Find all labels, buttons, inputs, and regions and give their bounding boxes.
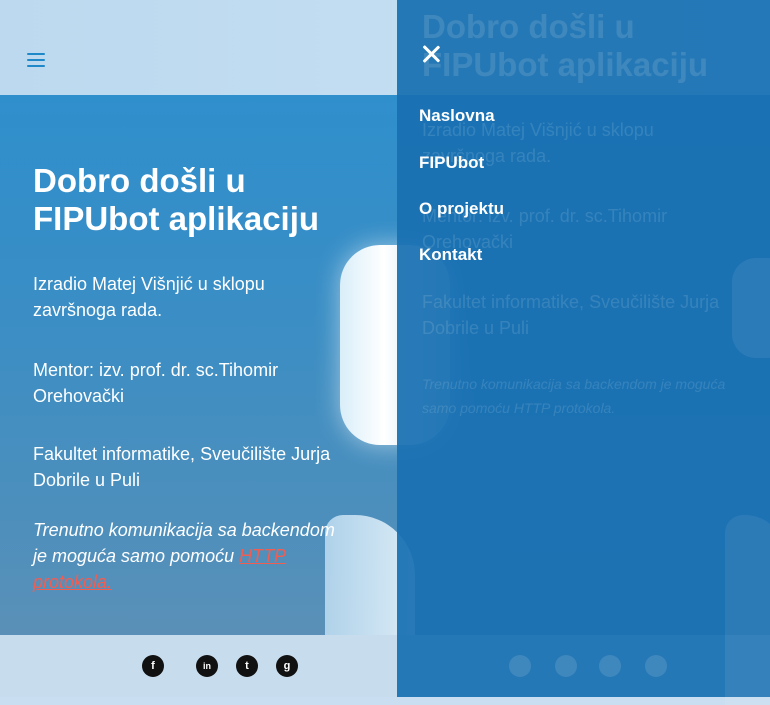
navigation-drawer: Dobro došli u FIPUbot aplikaciju Izradio… [397, 0, 770, 705]
menu-item-o-projektu[interactable]: O projektu [419, 199, 504, 219]
linkedin-icon[interactable]: in [196, 655, 218, 677]
faculty-text: Fakultet informatike, Sveučilište Jurja … [33, 444, 331, 490]
github-icon[interactable]: g [276, 655, 298, 677]
facebook-icon[interactable]: f [142, 655, 164, 677]
page-title: Dobro došli u FIPUbot aplikaciju [33, 162, 320, 237]
mentor-text: Mentor: izv. prof. dr. sc.Tihomir Orehov… [33, 360, 279, 406]
twitter-icon-shadow [599, 655, 621, 677]
linkedin-icon-shadow [555, 655, 577, 677]
hamburger-menu-icon[interactable] [27, 53, 45, 67]
page-title-shadow: Dobro došli u FIPUbot aplikaciju [422, 8, 709, 83]
twitter-icon[interactable]: t [236, 655, 258, 677]
menu-item-fipubot[interactable]: FIPUbot [419, 153, 484, 173]
close-icon[interactable] [419, 42, 443, 66]
http-protocol-link-shadow: HTTP protokola. [513, 400, 616, 416]
protocol-note-shadow: Trenutno komunikacija sa backendom je mo… [422, 372, 732, 420]
menu-item-naslovna[interactable]: Naslovna [419, 106, 495, 126]
faculty-text-shadow: Fakultet informatike, Sveučilište Jurja … [422, 292, 720, 338]
facebook-icon-shadow [509, 655, 531, 677]
robot-decoration-shadow [732, 258, 770, 358]
author-text: Izradio Matej Višnjić u sklopu završnoga… [33, 274, 265, 320]
protocol-note-text: Trenutno komunikacija sa backendom je mo… [33, 520, 335, 566]
menu-item-kontakt[interactable]: Kontakt [419, 245, 482, 265]
protocol-note: Trenutno komunikacija sa backendom je mo… [33, 517, 343, 595]
robot-body-decoration-shadow [725, 515, 770, 705]
github-icon-shadow [645, 655, 667, 677]
